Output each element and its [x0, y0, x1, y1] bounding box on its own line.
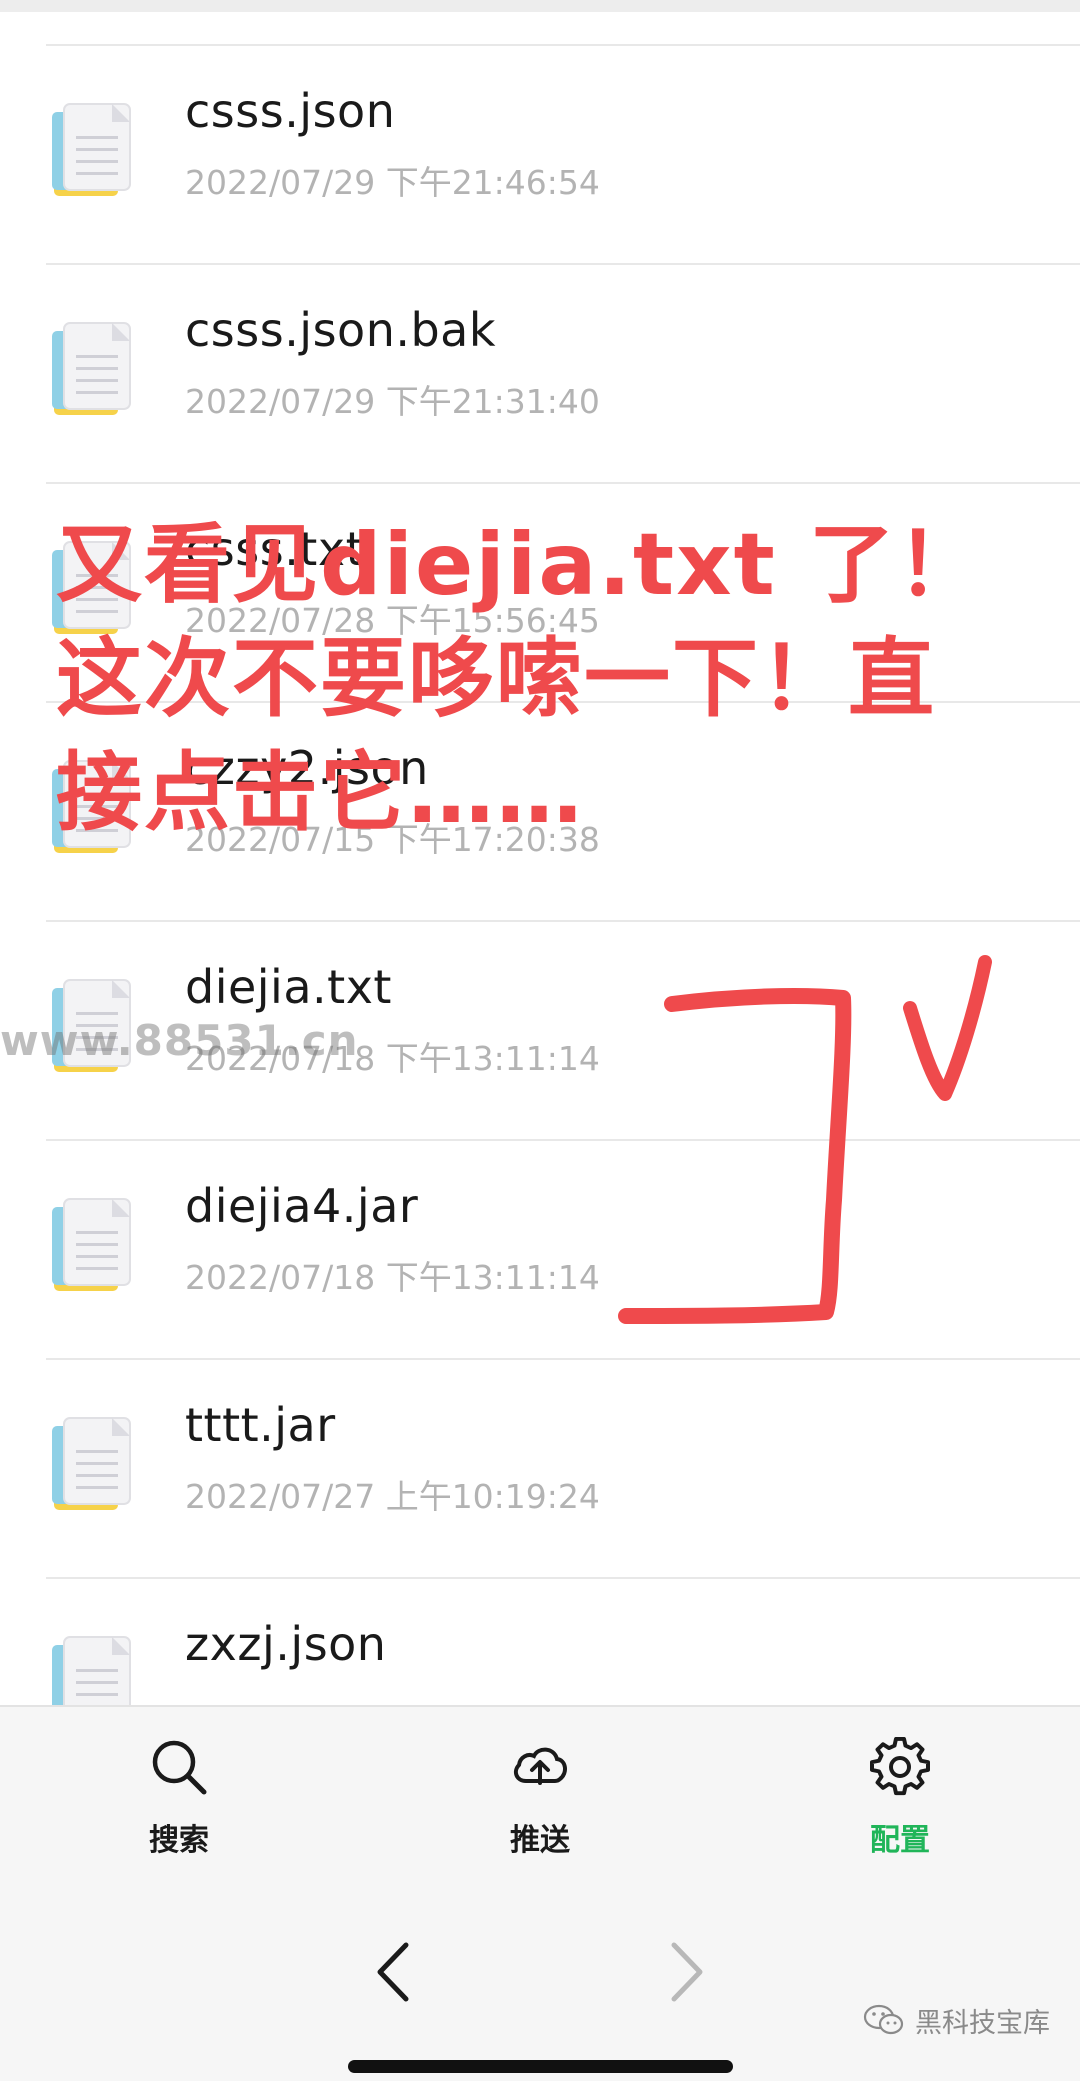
file-row[interactable]: csss.json 2022/07/29 下午21:46:54: [0, 44, 1080, 262]
file-row[interactable]: csss.json.bak 2022/07/29 下午21:31:40: [0, 263, 1080, 481]
tab-config[interactable]: 配置: [800, 1707, 1000, 1879]
document-icon: [52, 1198, 131, 1291]
app-screen: csss.json 2022/07/29 下午21:46:54 csss.jso…: [0, 0, 1080, 2081]
navigation-bar: [0, 1879, 1080, 2081]
wechat-account-mark: 黑科技宝库: [863, 2000, 1050, 2040]
chevron-left-icon[interactable]: [364, 1937, 424, 2007]
gear-icon: [870, 1737, 930, 1796]
tab-label: 推送: [510, 1823, 570, 1858]
document-icon: [52, 322, 131, 415]
chevron-right-icon[interactable]: [656, 1937, 716, 2007]
file-date: 2022/07/29 下午21:46:54: [185, 163, 600, 202]
tab-label: 配置: [870, 1823, 930, 1858]
file-row[interactable]: diejia4.jar 2022/07/18 下午13:11:14: [0, 1139, 1080, 1357]
file-name: diejia.txt: [185, 960, 392, 1014]
document-icon: [52, 103, 131, 196]
tab-label: 搜索: [149, 1823, 209, 1858]
file-date: 2022/07/29 下午21:31:40: [185, 382, 600, 421]
file-name: diejia4.jar: [185, 1179, 419, 1233]
file-row[interactable]: tttt.jar 2022/07/27 上午10:19:24: [0, 1358, 1080, 1576]
cloud-upload-icon: [513, 1747, 567, 1785]
document-icon: [52, 1636, 131, 1705]
file-name: csss.json: [185, 84, 396, 138]
top-strip: [0, 0, 1080, 12]
wechat-account-name: 黑科技宝库: [915, 2007, 1050, 2039]
tab-bar: 搜索 推送 配置: [0, 1705, 1080, 1881]
file-date: 2022/07/27 上午10:19:24: [185, 1477, 600, 1516]
file-name: zxzj.json: [185, 1617, 387, 1671]
tab-search[interactable]: 搜索: [79, 1707, 279, 1879]
wechat-icon: [863, 2004, 904, 2035]
home-indicator[interactable]: [348, 2060, 733, 2073]
tab-push[interactable]: 推送: [440, 1707, 640, 1879]
file-row[interactable]: zxzj.json: [0, 1577, 1080, 1705]
search-icon: [152, 1740, 207, 1795]
file-name: csss.json.bak: [185, 303, 497, 357]
document-icon: [52, 1417, 131, 1510]
file-date: 2022/07/18 下午13:11:14: [185, 1258, 600, 1297]
watermark: www.88531.cn: [0, 1016, 359, 1065]
annotation-text: 又看见diejia.txt 了！ 这次不要哆嗦一下！直 接点击它……: [56, 515, 985, 843]
file-name: tttt.jar: [185, 1398, 336, 1452]
